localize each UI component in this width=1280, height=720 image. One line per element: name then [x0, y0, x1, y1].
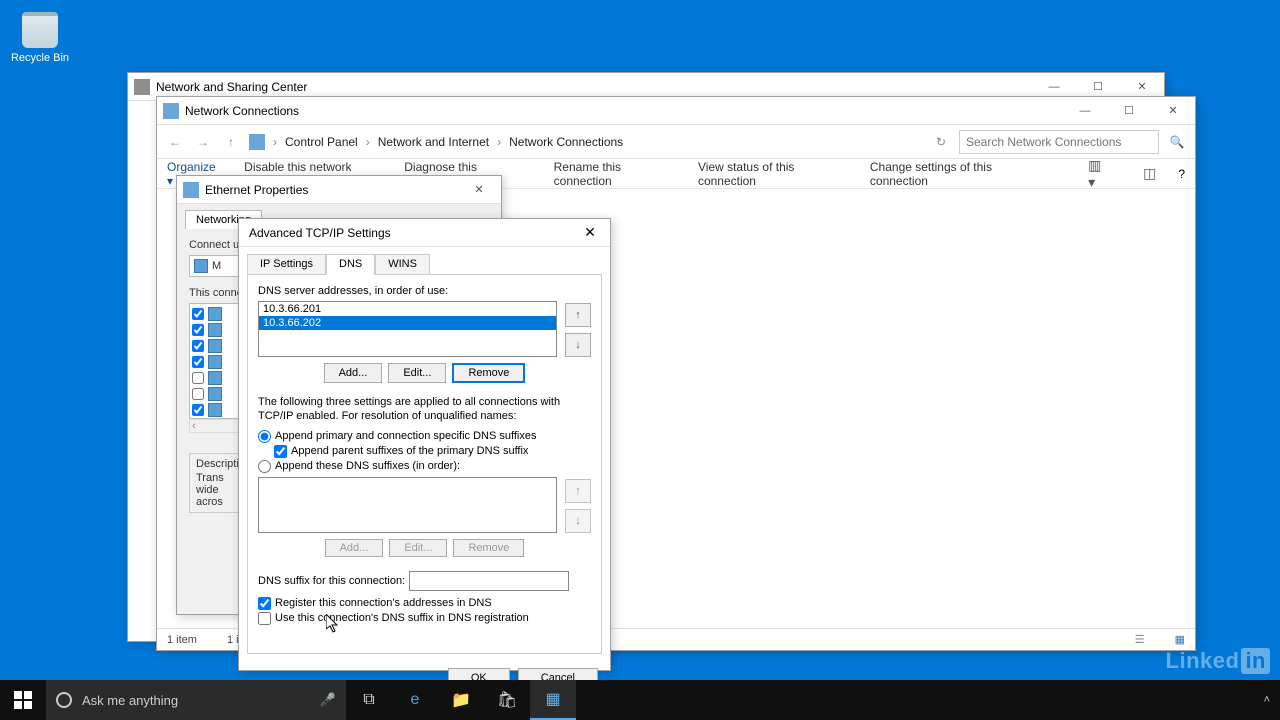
close-button[interactable]: ✕ — [570, 219, 610, 247]
tiles-view-icon[interactable]: ▦ — [1175, 633, 1185, 646]
file-explorer-icon[interactable]: 📁 — [438, 680, 484, 720]
linkedin-watermark: Linkedin — [1166, 648, 1270, 674]
dns-servers-label: DNS server addresses, in order of use: — [258, 285, 591, 297]
dialog-advanced-tcpip: Advanced TCP/IP Settings ✕ IP Settings D… — [238, 218, 611, 671]
refresh-button[interactable]: ↻ — [931, 132, 951, 152]
tab-wins[interactable]: WINS — [375, 254, 430, 275]
system-tray[interactable]: ˄ — [1264, 694, 1280, 706]
search-icon[interactable]: 🔍 — [1167, 132, 1187, 152]
status-item-count: 1 item — [167, 634, 197, 646]
minimize-button[interactable]: — — [1063, 97, 1107, 125]
search-input[interactable] — [959, 130, 1159, 154]
dns-servers-listbox[interactable]: 10.3.66.201 10.3.66.202 — [258, 301, 557, 357]
tab-ip-settings[interactable]: IP Settings — [247, 254, 326, 275]
taskbar-search[interactable]: Ask me anything 🎤 — [46, 680, 346, 720]
dialog-title: Ethernet Properties — [205, 183, 308, 197]
dns-remove-button[interactable]: Remove — [452, 363, 525, 383]
recycle-bin[interactable]: Recycle Bin — [10, 12, 70, 64]
back-button[interactable]: ← — [165, 132, 185, 152]
suffix-add-button[interactable]: Add... — [325, 539, 384, 557]
dns-edit-button[interactable]: Edit... — [388, 363, 446, 383]
details-view-icon[interactable]: ☰ — [1135, 633, 1145, 646]
edge-icon[interactable]: e — [392, 680, 438, 720]
tab-pane-dns: DNS server addresses, in order of use: 1… — [247, 274, 602, 654]
ethernet-icon — [183, 182, 199, 198]
up-button[interactable]: ↑ — [221, 132, 241, 152]
tab-strip: IP Settings DNS WINS — [239, 247, 610, 274]
breadcrumb[interactable]: Network Connections — [509, 135, 623, 149]
suffix-edit-button[interactable]: Edit... — [389, 539, 447, 557]
cortana-icon — [56, 692, 72, 708]
start-button[interactable] — [0, 680, 46, 720]
radio-append-these[interactable] — [258, 460, 271, 473]
app-icon — [163, 103, 179, 119]
checkbox-append-parent[interactable] — [274, 445, 287, 458]
windows-icon — [14, 691, 32, 709]
dns-suffix-input[interactable] — [409, 571, 569, 591]
search-placeholder: Ask me anything — [82, 693, 178, 708]
dialog-title: Advanced TCP/IP Settings — [249, 226, 391, 240]
help-button[interactable]: ? — [1178, 167, 1185, 181]
taskbar: Ask me anything 🎤 ⧉ e 📁 🛍 ▦ ˄ — [0, 680, 1280, 720]
preview-pane-icon[interactable]: ◫ — [1143, 165, 1156, 182]
list-item[interactable]: 10.3.66.202 — [259, 316, 556, 330]
forward-button[interactable]: → — [193, 132, 213, 152]
window-title: Network Connections — [185, 104, 299, 118]
titlebar[interactable]: Advanced TCP/IP Settings ✕ — [239, 219, 610, 247]
close-button[interactable]: ✕ — [1151, 97, 1195, 125]
titlebar[interactable]: Network Connections — ☐ ✕ — [157, 97, 1195, 125]
list-item[interactable]: 10.3.66.201 — [259, 302, 556, 316]
close-button[interactable]: ✕ — [457, 176, 501, 204]
recycle-bin-icon — [22, 12, 58, 48]
address-bar: ← → ↑ › Control Panel › Network and Inte… — [157, 125, 1195, 159]
view-status[interactable]: View status of this connection — [698, 160, 848, 188]
tray-chevron-icon[interactable]: ˄ — [1264, 694, 1270, 706]
view-menu-icon[interactable]: ▥ ▾ — [1088, 157, 1111, 191]
tab-dns[interactable]: DNS — [326, 254, 375, 275]
task-view-button[interactable]: ⧉ — [346, 680, 392, 720]
checkbox-register-dns[interactable] — [258, 597, 271, 610]
mic-icon[interactable]: 🎤 — [320, 692, 336, 708]
move-down-button[interactable]: ↓ — [565, 333, 591, 357]
breadcrumb[interactable]: Network and Internet — [378, 135, 489, 149]
explanation-text: The following three settings are applied… — [258, 395, 591, 424]
dns-suffix-listbox[interactable] — [258, 477, 557, 533]
dns-add-button[interactable]: Add... — [324, 363, 383, 383]
recycle-bin-label: Recycle Bin — [10, 52, 70, 64]
rename-connection[interactable]: Rename this connection — [554, 160, 676, 188]
location-icon — [249, 134, 265, 150]
dns-suffix-label: DNS suffix for this connection: — [258, 575, 405, 587]
radio-append-primary[interactable] — [258, 430, 271, 443]
control-panel-icon[interactable]: ▦ — [530, 680, 576, 720]
maximize-button[interactable]: ☐ — [1107, 97, 1151, 125]
adapter-icon — [194, 259, 208, 273]
titlebar[interactable]: Ethernet Properties ✕ — [177, 176, 501, 204]
checkbox-use-suffix[interactable] — [258, 612, 271, 625]
suffix-remove-button[interactable]: Remove — [453, 539, 524, 557]
move-up-button[interactable]: ↑ — [565, 303, 591, 327]
change-settings[interactable]: Change settings of this connection — [870, 160, 1044, 188]
breadcrumb[interactable]: Control Panel — [285, 135, 358, 149]
suffix-move-up-button[interactable]: ↑ — [565, 479, 591, 503]
suffix-move-down-button[interactable]: ↓ — [565, 509, 591, 533]
store-icon[interactable]: 🛍 — [484, 680, 530, 720]
app-icon — [134, 79, 150, 95]
window-title: Network and Sharing Center — [156, 80, 307, 94]
